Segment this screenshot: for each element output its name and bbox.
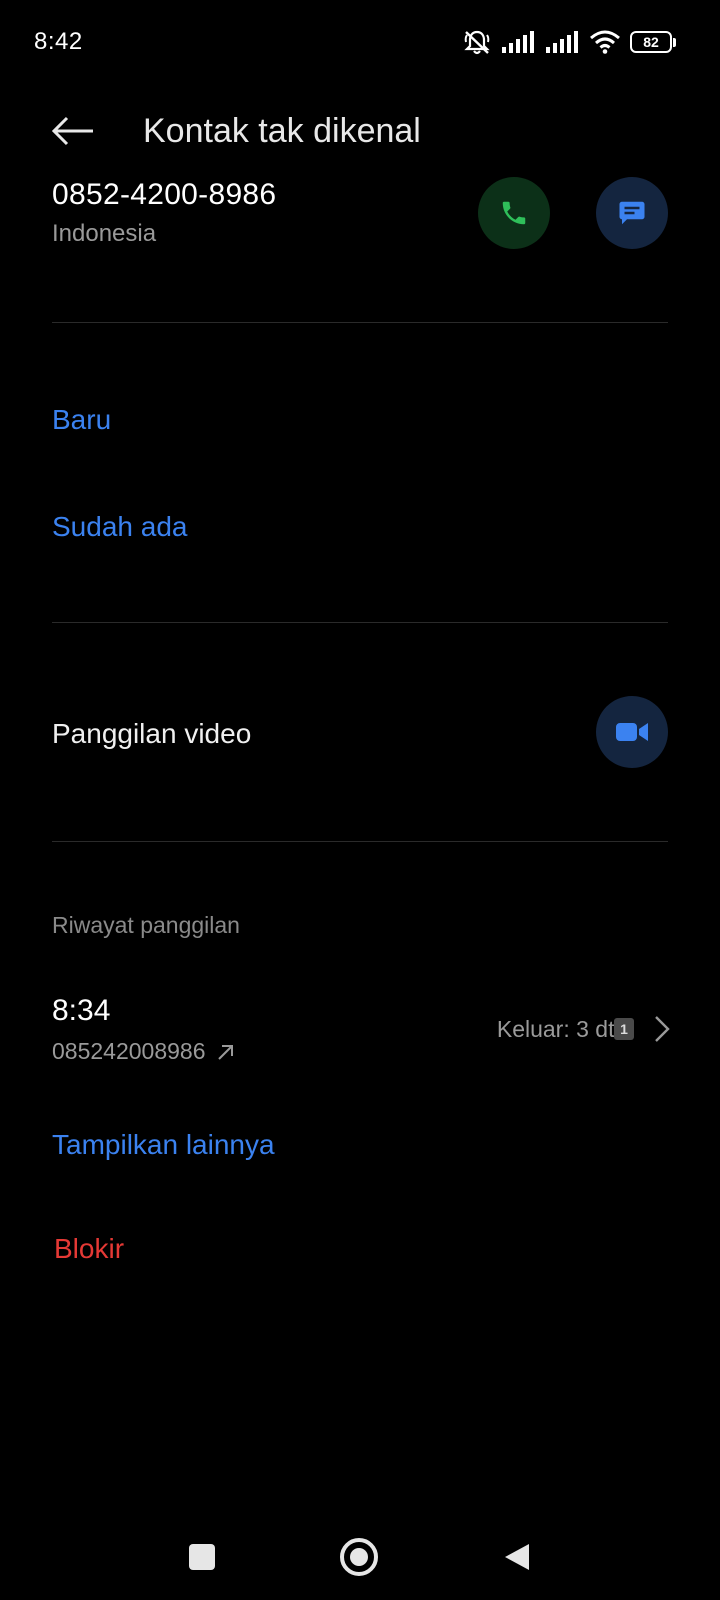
home-button[interactable] <box>340 1538 378 1576</box>
battery-level: 82 <box>630 31 672 53</box>
message-icon <box>619 201 645 225</box>
divider <box>52 841 668 842</box>
outgoing-arrow-icon <box>217 1044 233 1060</box>
back-arrow-icon <box>51 116 93 146</box>
wifi-icon <box>590 30 620 54</box>
phone-icon <box>502 201 526 225</box>
signal-icon-sim2 <box>546 31 578 53</box>
recents-button[interactable] <box>189 1544 215 1570</box>
call-button[interactable] <box>478 177 550 249</box>
header: Kontak tak dikenal <box>0 84 720 182</box>
video-call-label: Panggilan video <box>52 718 252 749</box>
status-time: 8:42 <box>34 28 83 55</box>
call-time: 8:34 <box>52 994 111 1027</box>
home-dot <box>350 1548 368 1566</box>
show-more-link[interactable]: Tampilkan lainnya <box>52 1129 275 1161</box>
sim-icon: 1 <box>614 1018 634 1040</box>
video-call-button[interactable] <box>596 696 668 768</box>
back-button[interactable] <box>48 106 98 156</box>
screen: 8:42 82 Kontak tak dikenal 0852-4200-898… <box>0 0 720 1600</box>
chevron-right-icon <box>655 1016 670 1042</box>
message-button[interactable] <box>596 177 668 249</box>
status-bar: 8:42 82 <box>0 0 720 84</box>
call-number: 085242008986 <box>52 1038 206 1064</box>
existing-contact-link[interactable]: Sudah ada <box>52 511 187 543</box>
status-icons: 82 <box>462 28 676 56</box>
call-number-line: 085242008986 <box>52 1038 236 1065</box>
call-duration: Keluar: 3 dtk <box>496 1016 626 1042</box>
video-camera-icon <box>616 723 648 741</box>
signal-icon-sim1 <box>502 31 534 53</box>
battery-indicator: 82 <box>630 31 676 53</box>
battery-cap <box>673 37 676 47</box>
contact-region: Indonesia <box>52 220 157 247</box>
new-contact-link[interactable]: Baru <box>52 404 111 436</box>
divider <box>52 322 668 323</box>
contact-number: 0852-4200-8986 <box>52 178 277 211</box>
page-title: Kontak tak dikenal <box>143 112 421 150</box>
system-nav-bar <box>0 1510 720 1600</box>
divider <box>52 622 668 623</box>
nav-back-button[interactable] <box>503 1542 531 1572</box>
muted-bell-icon <box>464 30 490 55</box>
call-history-heading: Riwayat panggilan <box>52 912 240 938</box>
call-history-row[interactable]: 8:34 085242008986 Keluar: 3 dtk 1 <box>0 990 720 1070</box>
block-link[interactable]: Blokir <box>54 1233 124 1265</box>
